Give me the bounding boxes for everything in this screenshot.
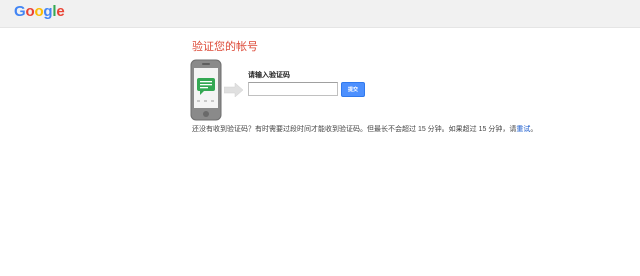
verification-code-input[interactable] xyxy=(248,82,338,96)
retry-link[interactable]: 重试 xyxy=(516,126,530,133)
help-message: 还没有收到验证码？有时需要过段时间才能收到验证码。但最长不会超过 15 分钟。如… xyxy=(192,126,517,133)
help-suffix: 。 xyxy=(530,126,538,133)
submit-button[interactable]: 提交 xyxy=(341,82,365,97)
logo-letter: e xyxy=(56,3,65,20)
logo-letter: g xyxy=(43,3,53,20)
code-input-label: 请输入验证码 xyxy=(248,72,290,79)
page-title: 验证您的帐号 xyxy=(192,41,258,53)
logo-letter: o xyxy=(34,3,44,20)
google-logo[interactable]: Google xyxy=(14,3,65,20)
arrow-right-icon xyxy=(224,83,244,97)
logo-letter: G xyxy=(14,3,26,20)
logo-letter: o xyxy=(25,3,35,20)
phone-message-icon xyxy=(190,59,222,121)
help-text: 还没有收到验证码？有时需要过段时间才能收到验证码。但最长不会超过 15 分钟。如… xyxy=(192,124,537,134)
top-bar: Google xyxy=(0,0,640,28)
